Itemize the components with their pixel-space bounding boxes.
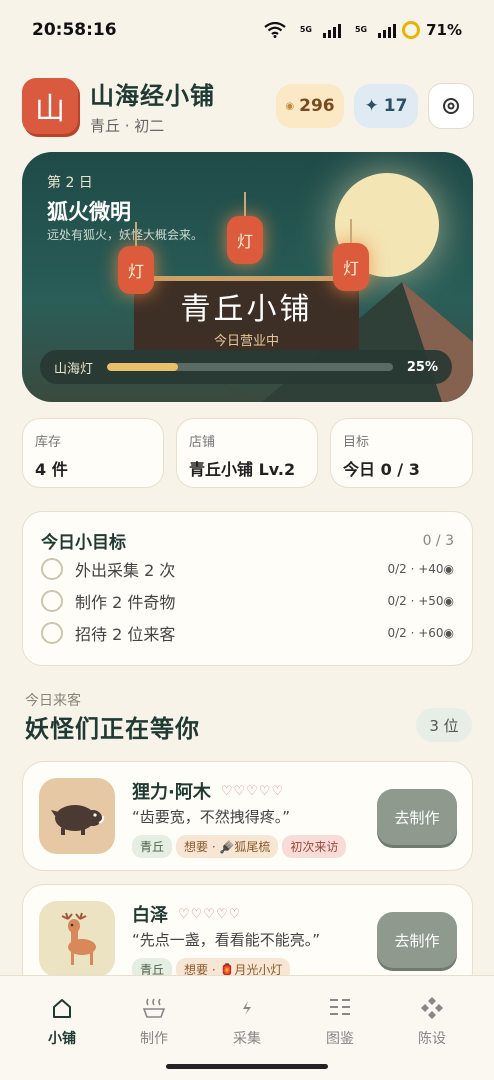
make-button[interactable]: 去制作 [377,789,457,845]
stat-label: 店铺 [189,435,216,450]
goal-item[interactable]: 招待 2 位来客 0/2 · +60◉ [41,617,454,649]
event-description: 远处有狐火，妖怪大概会来。 [47,228,204,242]
status-time: 20:58:16 [32,20,117,40]
stat-inventory[interactable]: 库存 4 件 [22,418,164,488]
gear-icon [443,98,459,114]
visitor-name: 白泽 [132,905,168,926]
hearts-icon: ♡♡♡♡♡ [178,906,242,922]
status-bar: 20:58:16 5G 5G 71% [0,0,494,60]
star-value: 17 [383,96,408,116]
tab-decor[interactable]: 陈设 [402,994,462,1048]
visitor-card[interactable]: 狸力·阿木 ♡♡♡♡♡ “齿要宽，不然拽得疼。” 青丘 想要 · 🪮狐尾梳 初次… [22,761,473,871]
tab-label: 陈设 [418,1031,446,1047]
diamond-grid-icon [421,997,443,1019]
tag-first-visit: 初次来访 [282,835,347,858]
shop-subtitle: 青丘 · 初二 [90,117,165,135]
visitor-name-row: 狸力·阿木 ♡♡♡♡♡ [132,778,284,804]
visitor-name-row: 白泽 ♡♡♡♡♡ [132,901,241,927]
visitors-count-badge: 3 位 [416,708,472,742]
daily-goals-card: 今日小目标 0 / 3 外出采集 2 次 0/2 · +40◉ 制作 2 件奇物… [22,511,473,666]
tab-label: 采集 [233,1031,261,1047]
shop-sign: 青丘小铺 今日营业中 [134,276,359,351]
sign-title: 青丘小铺 [180,291,313,327]
goal-item[interactable]: 制作 2 件奇物 0/2 · +50◉ [41,585,454,617]
battery-icon [402,21,421,39]
coin-value: 296 [299,96,335,116]
coin-icon: ◉ [285,100,295,112]
tab-gather[interactable]: 采集 [217,994,277,1048]
steam-icon [142,998,166,1018]
progress-track [107,363,393,371]
stat-value: 今日 0 / 3 [343,460,420,479]
visitor-tags: 青丘 想要 · 🪮狐尾梳 初次来访 [132,835,347,858]
cell-signal-icon: 5G [292,22,341,38]
stat-value: 4 件 [35,460,68,479]
hero-banner[interactable]: 第 2 日 狐火微明 远处有狐火，妖怪大概会来。 青丘小铺 今日营业中 灯 灯 … [22,152,473,402]
stat-label: 库存 [35,435,62,450]
lantern-right: 灯 [333,219,369,291]
home-icon [53,999,71,1018]
sparkle-icon: ✦ [364,96,379,116]
tag-want: 想要 · 🪮狐尾梳 [176,835,279,858]
lantern-center: 灯 [227,192,263,264]
star-counter[interactable]: ✦ 17 [354,84,418,128]
checkbox-icon[interactable] [41,622,63,644]
progress-label: 山海灯 [54,361,94,377]
visitor-quote: “先点一盏，看看能不能亮。” [132,931,321,949]
tab-label: 小铺 [48,1031,76,1047]
stat-label: 目标 [343,435,370,450]
app-header: 山 山海经小铺 青丘 · 初二 ◉ 296 ✦ 17 [22,76,474,136]
goal-label: 招待 2 位来客 [75,625,176,644]
goals-count: 0 / 3 [422,532,454,549]
stat-value: 青丘小铺 Lv.2 [189,460,296,479]
visitor-name: 狸力·阿木 [132,782,211,803]
settings-button[interactable] [428,83,474,129]
sign-status: 今日营业中 [213,333,279,349]
checkbox-icon[interactable] [41,558,63,580]
visitor-quote: “齿要宽，不然拽得疼。” [132,808,291,826]
stat-shop[interactable]: 店铺 青丘小铺 Lv.2 [176,418,318,488]
goal-label: 制作 2 件奇物 [75,593,176,612]
checkbox-icon[interactable] [41,590,63,612]
shop-logo: 山 [22,78,78,134]
progress-fill [107,363,179,371]
goal-reward: 0/2 · +40◉ [387,562,454,576]
home-indicator[interactable] [166,1064,328,1069]
tab-label: 图鉴 [326,1031,354,1047]
lightning-icon [243,1001,251,1015]
hearts-icon: ♡♡♡♡♡ [220,783,285,799]
tag-place: 青丘 [132,835,173,858]
cell-signal-icon-2: 5G [347,22,397,38]
event-title: 狐火微明 [47,200,131,224]
deer-avatar-icon [39,901,115,977]
make-button[interactable]: 去制作 [377,912,457,968]
header-titles: 山海经小铺 青丘 · 初二 [90,76,266,136]
book-icon [330,999,350,1015]
visitors-caption: 今日来客 [25,693,81,709]
tab-shop[interactable]: 小铺 [32,994,92,1048]
boar-avatar-icon [39,778,115,854]
lamp-progress: 山海灯 25% [40,350,452,384]
battery-level: 71% [426,21,462,39]
goal-label: 外出采集 2 次 [75,561,176,580]
visitors-title: 妖怪们正在等你 [25,715,200,743]
goal-reward: 0/2 · +50◉ [387,594,454,608]
progress-percent: 25% [406,359,438,375]
tab-codex[interactable]: 图鉴 [310,994,370,1048]
goals-title: 今日小目标 [41,533,126,553]
day-label: 第 2 日 [47,175,93,191]
tab-label: 制作 [140,1031,168,1047]
wifi-icon [264,22,286,38]
coin-counter[interactable]: ◉ 296 [276,84,344,128]
shop-name: 山海经小铺 [90,82,215,110]
goals-header: 今日小目标 0 / 3 [41,528,454,554]
goal-item[interactable]: 外出采集 2 次 0/2 · +40◉ [41,553,454,585]
lantern-left: 灯 [118,222,154,294]
tab-craft[interactable]: 制作 [124,994,184,1048]
stat-goal[interactable]: 目标 今日 0 / 3 [330,418,473,488]
goal-reward: 0/2 · +60◉ [387,626,454,640]
status-icons: 5G 5G 71% [264,21,462,39]
